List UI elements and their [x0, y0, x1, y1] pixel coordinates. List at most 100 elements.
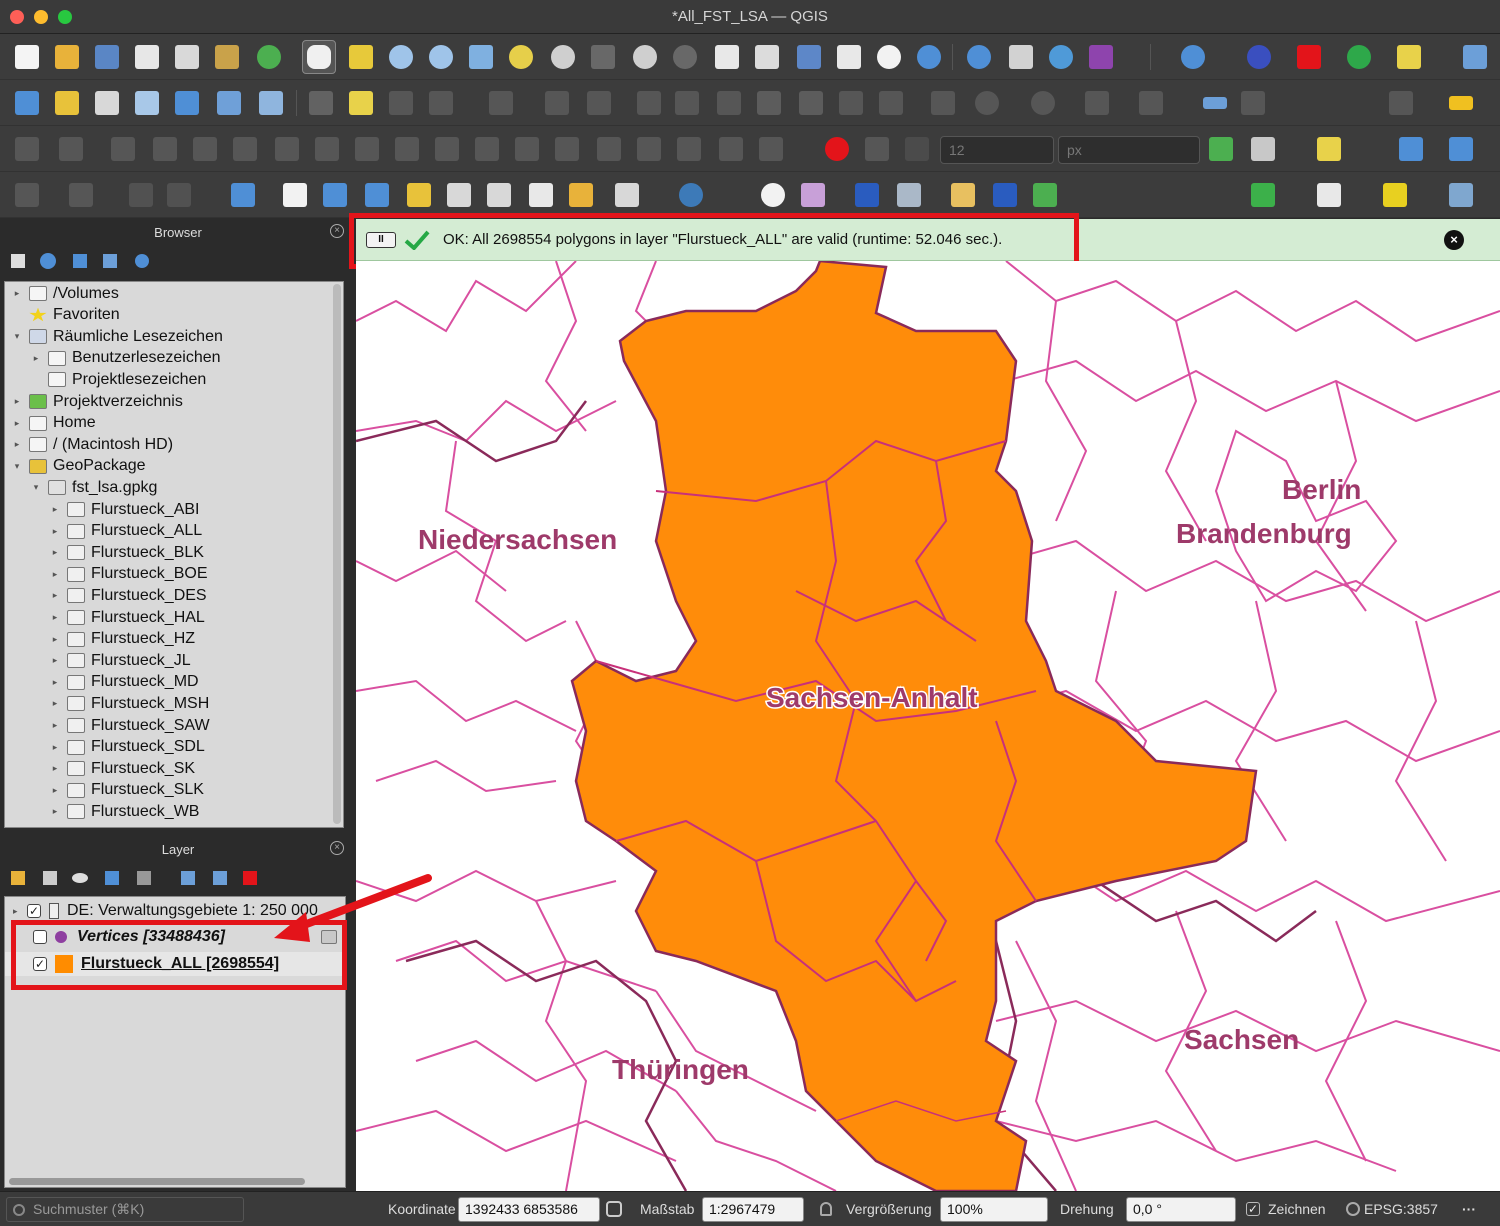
messages-icon[interactable]: ···	[1462, 1201, 1476, 1217]
statistical-summary-button[interactable]	[1084, 40, 1118, 74]
add-selected-layers-icon[interactable]	[8, 251, 28, 271]
add-layer-button[interactable]	[892, 178, 926, 212]
browser-item[interactable]: ▸ /Volumes	[5, 283, 335, 304]
add-wms-button[interactable]	[170, 86, 204, 120]
chevron-right-icon[interactable]: ▸	[49, 504, 61, 515]
browser-item[interactable]: ▸ Flurstueck_WB	[5, 801, 335, 822]
select-star-button[interactable]	[402, 178, 436, 212]
new-print-layout-button[interactable]	[130, 40, 164, 74]
chevron-right-icon[interactable]: ▸	[49, 526, 61, 537]
browser-item[interactable]: ▾ GeoPackage	[5, 456, 335, 477]
3d-globe-button[interactable]	[1028, 178, 1062, 212]
browser-item[interactable]: ▸ Flurstueck_SLK	[5, 780, 335, 801]
label-toolbar-button[interactable]	[1444, 86, 1478, 120]
add-part-button[interactable]	[228, 132, 262, 166]
delete-selected-button[interactable]	[670, 86, 704, 120]
coordinate-toggle-icon[interactable]	[606, 1201, 622, 1217]
chevron-right-icon[interactable]: ▸	[49, 569, 61, 580]
refresh-icon[interactable]	[38, 251, 58, 271]
layout-manager-button[interactable]	[170, 40, 204, 74]
refresh-button[interactable]	[912, 40, 946, 74]
snapping-type-button[interactable]	[900, 132, 934, 166]
digitize-button[interactable]	[1392, 40, 1426, 74]
trim-extend-button[interactable]	[510, 132, 544, 166]
help-button[interactable]	[1394, 132, 1428, 166]
locator-search-input[interactable]: Suchmuster (⌘K)	[6, 1197, 244, 1222]
curve-tool-button[interactable]	[1458, 40, 1492, 74]
label-move-button[interactable]	[1236, 86, 1270, 120]
reshape-button[interactable]	[390, 132, 424, 166]
magnifier-field[interactable]: 100%	[940, 1197, 1048, 1222]
merge-attributes-button[interactable]	[672, 132, 706, 166]
save-edits-button[interactable]	[384, 86, 418, 120]
add-wfs-button[interactable]	[254, 86, 288, 120]
browser-item[interactable]: ▸ Flurstueck_ALL	[5, 521, 335, 542]
reverse-line-button[interactable]	[470, 132, 504, 166]
browser-item[interactable]: ▸ Flurstueck_MSH	[5, 693, 335, 714]
plugin-button[interactable]	[1242, 40, 1276, 74]
info-icon[interactable]	[132, 251, 152, 271]
pan-map-button[interactable]	[302, 40, 336, 74]
browser-item[interactable]: ▸ / (Macintosh HD)	[5, 434, 335, 455]
profile-tool-button[interactable]	[796, 178, 830, 212]
add-record-button[interactable]	[484, 86, 518, 120]
html-annotation-button[interactable]	[610, 178, 644, 212]
zoom-out-button[interactable]	[424, 40, 458, 74]
layer-labeling-button[interactable]	[226, 178, 260, 212]
expand-all-icon[interactable]	[178, 868, 198, 888]
snapping-button[interactable]	[820, 132, 854, 166]
crs-label[interactable]: EPSG:3857	[1364, 1201, 1438, 1217]
attribute-table-button[interactable]	[1004, 40, 1038, 74]
label-rotate-button[interactable]	[1384, 86, 1418, 120]
close-panel-icon[interactable]: ×	[330, 224, 344, 238]
chevron-right-icon[interactable]: ▸	[30, 353, 42, 364]
browser-item[interactable]: ▸ Projektverzeichnis	[5, 391, 335, 412]
browser-item[interactable]: ▸ Flurstueck_SAW	[5, 715, 335, 736]
select-polygon-button[interactable]	[318, 178, 352, 212]
browser-item[interactable]: ▾ Räumliche Lesezeichen	[5, 326, 335, 347]
stop-button[interactable]	[1292, 40, 1326, 74]
zoom-native-button[interactable]	[586, 40, 620, 74]
chevron-right-icon[interactable]: ▸	[49, 720, 61, 731]
rotate-point-button[interactable]	[714, 132, 748, 166]
undo-button[interactable]	[834, 86, 868, 120]
redo-button[interactable]	[874, 86, 908, 120]
pan-to-selection-button[interactable]	[344, 40, 378, 74]
delete-ring-button[interactable]	[310, 132, 344, 166]
crs-globe-icon[interactable]	[1346, 1202, 1360, 1216]
chevron-right-icon[interactable]: ▸	[49, 612, 61, 623]
browser-item[interactable]: ▸ Flurstueck_HAL	[5, 607, 335, 628]
browser-item[interactable]: ▾ fst_lsa.gpkg	[5, 477, 335, 498]
filter-icon[interactable]	[70, 251, 90, 271]
select-by-area-button[interactable]	[1312, 132, 1346, 166]
text-annotation-button[interactable]	[442, 178, 476, 212]
annotation-button[interactable]	[64, 178, 98, 212]
simplify-button[interactable]	[148, 132, 182, 166]
add-ring-button[interactable]	[188, 132, 222, 166]
chevron-right-icon[interactable]: ▸	[49, 698, 61, 709]
browser-item[interactable]: ▸ Flurstueck_BLK	[5, 542, 335, 563]
collapse-all-icon[interactable]	[210, 868, 230, 888]
merge-features-button[interactable]	[632, 132, 666, 166]
toggle-editing-button[interactable]	[344, 86, 378, 120]
vertex-editor-button[interactable]	[754, 132, 788, 166]
zoom-to-selection-button[interactable]	[504, 40, 538, 74]
annotation-shape-button[interactable]	[162, 178, 196, 212]
picture-annotation-button[interactable]	[564, 178, 598, 212]
chevron-down-icon[interactable]: ▾	[30, 482, 42, 493]
browser-item[interactable]: ▸ Flurstueck_HZ	[5, 629, 335, 650]
map-canvas[interactable]: Niedersachsen Berlin Brandenburg Sachsen…	[356, 261, 1500, 1191]
temporal-controller-button[interactable]	[872, 40, 906, 74]
browser-item[interactable]: Projektlesezeichen	[5, 369, 335, 390]
zoom-to-layer-button[interactable]	[546, 40, 580, 74]
chevron-right-icon[interactable]: ▸	[49, 806, 61, 817]
chevron-down-icon[interactable]: ▾	[11, 461, 23, 472]
pencil-tool-button[interactable]	[10, 178, 44, 212]
filter-expression-icon[interactable]	[134, 868, 154, 888]
close-message-icon[interactable]: ×	[1444, 230, 1464, 250]
vertex-tool-button[interactable]	[540, 86, 574, 120]
rectangle-tool-button[interactable]	[1080, 86, 1114, 120]
magnifier-button[interactable]	[756, 178, 790, 212]
chevron-right-icon[interactable]: ▸	[49, 742, 61, 753]
qgis-logo-button[interactable]	[252, 40, 286, 74]
